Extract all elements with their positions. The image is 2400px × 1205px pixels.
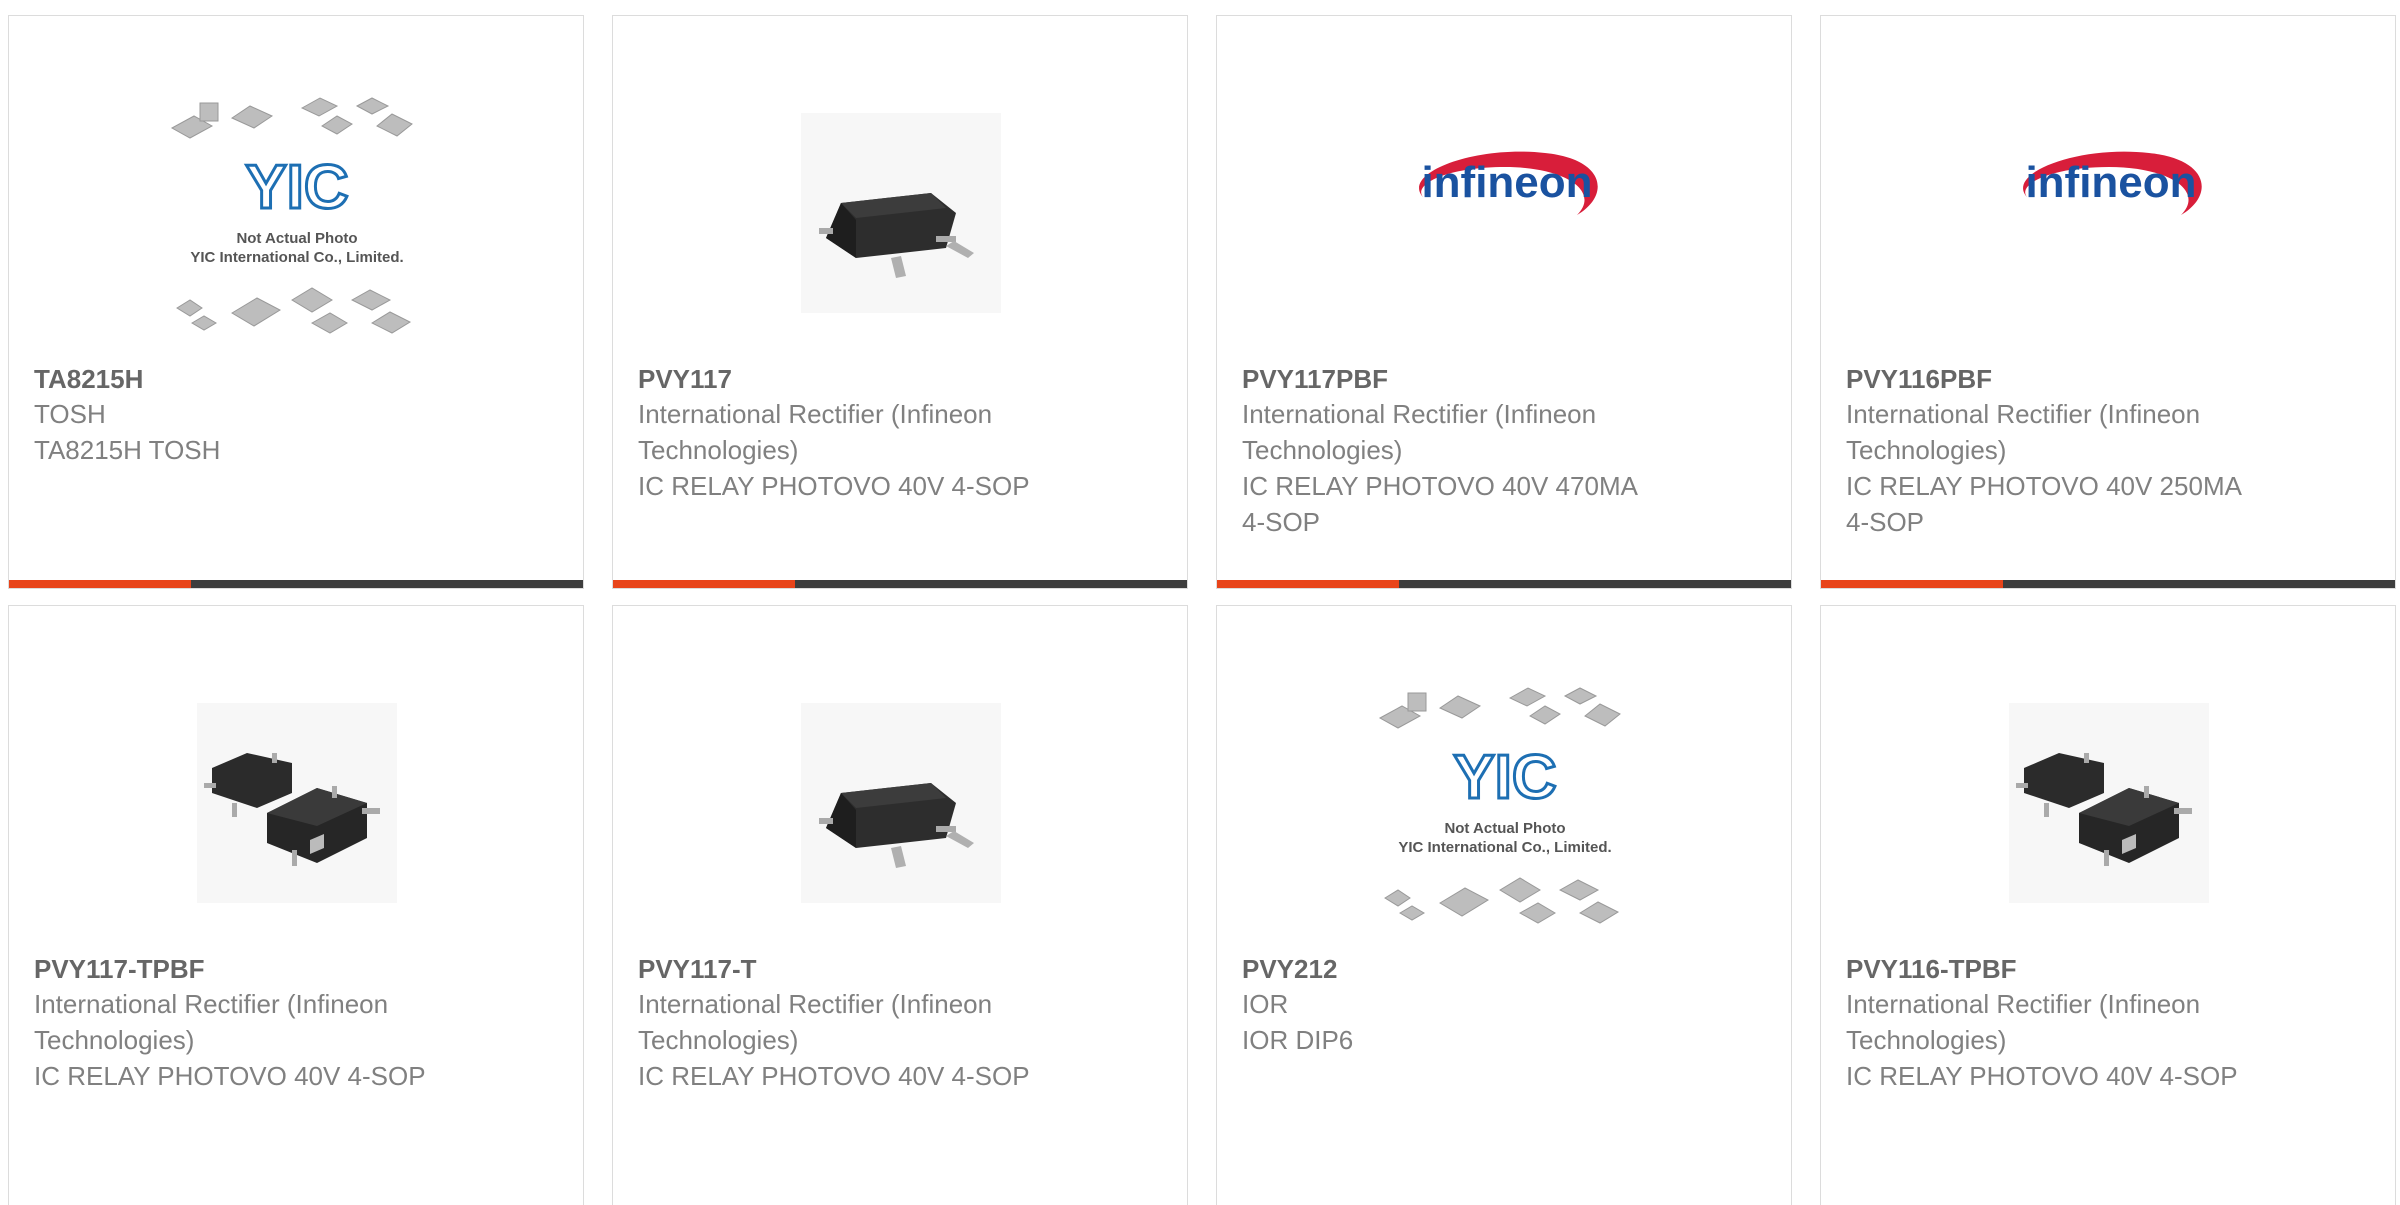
card-bottom-bar (1821, 580, 2395, 588)
product-info: PVY212 IOR IOR DIP6 (1242, 952, 1662, 1058)
product-card[interactable]: infineon PVY117PBF International Rectifi… (1216, 15, 1792, 589)
infineon-logo-text: infineon (2025, 158, 2196, 207)
card-accent (1217, 580, 1399, 588)
part-number-link[interactable]: TA8215H (34, 362, 454, 396)
placeholder-line2: YIC International Co., Limited. (1398, 839, 1611, 856)
description: IC RELAY PHOTOVO 40V 4-SOP (638, 1061, 1030, 1091)
product-info: PVY117-T International Rectifier (Infine… (638, 952, 1058, 1094)
product-card[interactable]: PVY117-TPBF International Rectifier (Inf… (8, 605, 584, 1205)
description: IC RELAY PHOTOVO 40V 4-SOP (34, 1061, 426, 1091)
card-accent (1821, 580, 2003, 588)
two-sop-chips-image (2009, 703, 2209, 903)
product-card[interactable]: YIC Not Actual Photo YIC International C… (8, 15, 584, 589)
yic-placeholder-image: YIC Not Actual Photo YIC International C… (170, 97, 413, 334)
product-grid: YIC Not Actual Photo YIC International C… (0, 0, 2400, 1205)
description: IC RELAY PHOTOVO 40V 4-SOP (638, 471, 1030, 501)
sop-chip-image (801, 703, 1001, 903)
product-image[interactable]: YIC Not Actual Photo YIC International C… (1217, 658, 1791, 948)
part-number-link[interactable]: PVY116-TPBF (1846, 952, 2266, 986)
part-number-link[interactable]: PVY117-TPBF (34, 952, 454, 986)
description: IC RELAY PHOTOVO 40V 4-SOP (1846, 1061, 2238, 1091)
manufacturer: International Rectifier (Infineon Techno… (34, 989, 389, 1055)
product-card[interactable]: PVY117 International Rectifier (Infineon… (612, 15, 1188, 589)
manufacturer: International Rectifier (Infineon Techno… (1846, 399, 2201, 465)
product-info: PVY116-TPBF International Rectifier (Inf… (1846, 952, 2266, 1094)
product-image[interactable]: infineon (1821, 68, 2395, 358)
manufacturer: International Rectifier (Infineon Techno… (638, 989, 993, 1055)
product-image[interactable]: YIC Not Actual Photo YIC International C… (9, 68, 583, 358)
product-card[interactable]: YIC Not Actual Photo YIC International C… (1216, 605, 1792, 1205)
product-info: PVY117-TPBF International Rectifier (Inf… (34, 952, 454, 1094)
part-number-link[interactable]: PVY117 (638, 362, 1058, 396)
manufacturer: IOR (1242, 989, 1289, 1019)
part-number-link[interactable]: PVY117PBF (1242, 362, 1662, 396)
manufacturer: International Rectifier (Infineon Techno… (1846, 989, 2201, 1055)
part-number-link[interactable]: PVY212 (1242, 952, 1662, 986)
product-info: PVY117 International Rectifier (Infineon… (638, 362, 1058, 504)
yic-logo-text: YIC (1453, 743, 1556, 812)
infineon-logo: infineon (1419, 151, 1598, 215)
card-accent (613, 580, 795, 588)
part-number-link[interactable]: PVY116PBF (1846, 362, 2266, 396)
product-image[interactable] (613, 68, 1187, 358)
card-bottom-bar (1217, 580, 1791, 588)
manufacturer: International Rectifier (Infineon Techno… (638, 399, 993, 465)
description: IC RELAY PHOTOVO 40V 470MA 4-SOP (1242, 471, 1637, 537)
part-number-link[interactable]: PVY117-T (638, 952, 1058, 986)
infineon-logo: infineon (2023, 151, 2202, 215)
product-card[interactable]: infineon PVY116PBF International Rectifi… (1820, 15, 2396, 589)
product-image[interactable] (1821, 658, 2395, 948)
product-info: PVY116PBF International Rectifier (Infin… (1846, 362, 2266, 540)
product-image[interactable]: infineon (1217, 68, 1791, 358)
placeholder-line1: Not Actual Photo (236, 230, 357, 247)
yic-placeholder-image: YIC Not Actual Photo YIC International C… (1378, 687, 1621, 924)
product-image[interactable] (613, 658, 1187, 948)
product-card[interactable]: PVY117-T International Rectifier (Infine… (612, 605, 1188, 1205)
placeholder-line1: Not Actual Photo (1444, 820, 1565, 837)
card-accent (9, 580, 191, 588)
two-sop-chips-image (197, 703, 397, 903)
description: IOR DIP6 (1242, 1025, 1354, 1055)
product-info: TA8215H TOSH TA8215H TOSH (34, 362, 454, 468)
placeholder-line2: YIC International Co., Limited. (190, 249, 403, 266)
yic-logo-text: YIC (245, 153, 348, 222)
manufacturer: International Rectifier (Infineon Techno… (1242, 399, 1597, 465)
product-card[interactable]: PVY116-TPBF International Rectifier (Inf… (1820, 605, 2396, 1205)
description: TA8215H TOSH (34, 435, 221, 465)
infineon-logo-text: infineon (1421, 158, 1592, 207)
description: IC RELAY PHOTOVO 40V 250MA 4-SOP (1846, 471, 2241, 537)
product-image[interactable] (9, 658, 583, 948)
card-bottom-bar (613, 580, 1187, 588)
sop-chip-image (801, 113, 1001, 313)
card-bottom-bar (9, 580, 583, 588)
manufacturer: TOSH (34, 399, 106, 429)
product-info: PVY117PBF International Rectifier (Infin… (1242, 362, 1662, 540)
